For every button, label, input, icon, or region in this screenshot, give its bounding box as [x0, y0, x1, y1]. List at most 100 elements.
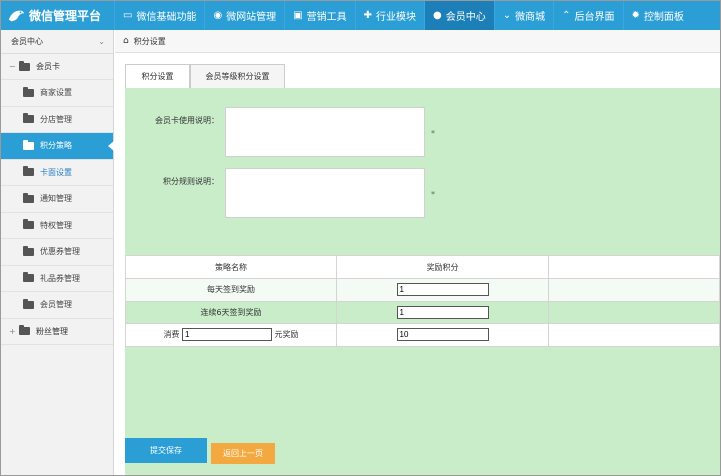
nav-label: 行业模块: [376, 12, 417, 23]
points-cell: [336, 300, 549, 324]
nav-item-wechat-basic[interactable]: ▭ 微信基础功能: [114, 1, 204, 30]
sidebar-header[interactable]: 会员中心 ⌄: [1, 30, 113, 54]
chevron-down-icon: ⌄: [502, 10, 512, 21]
sidebar-item-branch-management[interactable]: 分店管理: [1, 107, 113, 133]
tab-points-settings[interactable]: 积分设置: [125, 64, 190, 88]
spend-amount-input[interactable]: [182, 328, 272, 342]
tab-level-points-settings[interactable]: 会员等级积分设置: [190, 64, 285, 88]
app-logo[interactable]: 微信管理平台: [1, 1, 114, 30]
card-usage-textarea[interactable]: [225, 107, 425, 157]
folder-icon: [23, 113, 34, 124]
sidebar-item-privileges[interactable]: 特权管理: [1, 213, 113, 239]
sidebar-header-label: 会员中心: [11, 37, 43, 46]
card-usage-label: 会员卡使用说明：: [155, 116, 219, 125]
required-marker: *: [431, 190, 435, 199]
nav-item-industry[interactable]: ✚ 行业模块: [354, 1, 424, 30]
top-nav: ▭ 微信基础功能 ◉ 微网站管理 ▣ 营销工具 ✚ 行业模块 ● 会员中心 ⌄ …: [114, 1, 692, 30]
folder-icon: [23, 139, 34, 150]
tab-bar: 积分设置 会员等级积分设置: [125, 63, 720, 88]
nav-label: 微网站管理: [226, 12, 277, 23]
points-input-spend[interactable]: [396, 328, 489, 342]
folder-icon: [19, 60, 30, 71]
nav-item-backend[interactable]: ⌃ 后台界面: [553, 1, 622, 30]
folder-icon: [23, 272, 34, 283]
strategy-name-cell: 每天签到奖励: [125, 278, 337, 302]
nav-item-control-panel[interactable]: ✹ 控制面板: [622, 1, 692, 30]
main-content: ⌂ 积分设置 积分设置 会员等级积分设置 会员卡使用说明： * 积分规则说明： …: [115, 30, 720, 475]
points-input-daily[interactable]: [396, 283, 489, 297]
table-row: 每天签到奖励: [125, 278, 720, 302]
folder-icon: [23, 192, 34, 203]
save-button[interactable]: 提交保存: [125, 438, 207, 463]
table-row: 连续6天签到奖励: [125, 300, 720, 324]
points-cell: [336, 278, 549, 302]
collapse-icon: −: [9, 62, 16, 71]
sidebar-group-label: 粉丝管理: [36, 326, 68, 336]
settings-panel: 积分设置 会员等级积分设置 会员卡使用说明： * 积分规则说明： * 策略名称 …: [125, 63, 720, 433]
nav-item-mall[interactable]: ⌄ 微商城: [493, 1, 553, 30]
required-marker: *: [431, 129, 435, 138]
chevron-down-icon: ⌄: [98, 37, 105, 46]
gear-icon: ✹: [631, 10, 640, 21]
spend-suffix: 元奖励: [274, 330, 299, 340]
app-title: 微信管理平台: [29, 9, 102, 23]
nav-label: 后台界面: [574, 12, 615, 23]
strategy-name-cell: 连续6天签到奖励: [125, 300, 337, 324]
sidebar-item-label: 分店管理: [40, 114, 72, 124]
home-icon[interactable]: ⌂: [123, 36, 129, 46]
nav-item-member-center[interactable]: ● 会员中心: [424, 1, 494, 30]
sidebar-item-label: 通知管理: [40, 194, 72, 204]
breadcrumb-label: 积分设置: [133, 36, 166, 46]
nav-item-marketing[interactable]: ▣ 营销工具: [284, 1, 354, 30]
nav-label: 会员中心: [445, 12, 486, 23]
nav-label: 控制面板: [643, 12, 684, 23]
table-header-row: 策略名称 奖励积分: [125, 255, 720, 279]
sidebar-item-label: 商家设置: [40, 88, 72, 98]
folder-icon: [23, 219, 34, 230]
monitor-icon: ▭: [123, 10, 133, 21]
sidebar-item-card-design[interactable]: 卡面设置: [1, 160, 113, 186]
sidebar-group-member-card[interactable]: − 会员卡: [1, 54, 113, 80]
globe-icon: ◉: [213, 10, 223, 21]
folder-icon: [23, 86, 34, 97]
sidebar-item-label: 礼品券管理: [40, 273, 80, 283]
sidebar-item-notification[interactable]: 通知管理: [1, 186, 113, 213]
spend-prefix: 消费: [163, 330, 180, 340]
nav-label: 营销工具: [306, 12, 347, 23]
sidebar-item-label: 优惠券管理: [40, 247, 80, 257]
empty-cell: [548, 300, 720, 324]
sidebar-item-gift-vouchers[interactable]: 礼品券管理: [1, 266, 113, 292]
puzzle-icon: ✚: [363, 10, 373, 21]
sidebar-group-label: 会员卡: [36, 62, 60, 71]
empty-cell: [548, 278, 720, 302]
breadcrumb: ⌂ 积分设置: [115, 30, 720, 53]
points-cell: [336, 323, 549, 347]
expand-icon: +: [9, 326, 16, 336]
folder-icon: [23, 166, 34, 177]
column-header-points: 奖励积分: [336, 255, 549, 279]
sidebar-item-label: 积分策略: [40, 141, 72, 151]
strategy-table: 策略名称 奖励积分 每天签到奖励 连续6天签到奖励 消费: [125, 255, 720, 347]
points-rule-label: 积分规则说明：: [163, 177, 219, 186]
points-input-consecutive[interactable]: [396, 305, 489, 319]
sidebar-item-members[interactable]: 会员管理: [1, 292, 113, 319]
table-row: 消费 元奖励: [125, 323, 720, 347]
points-rule-row: 积分规则说明： *: [125, 168, 435, 218]
folder-icon: [23, 245, 34, 256]
empty-cell: [548, 323, 720, 347]
sidebar-item-points-strategy[interactable]: 积分策略: [1, 133, 114, 160]
nav-item-micro-site[interactable]: ◉ 微网站管理: [204, 1, 284, 30]
sidebar-item-label: 会员管理: [40, 300, 72, 310]
sidebar-item-merchant-settings[interactable]: 商家设置: [1, 80, 113, 107]
chevron-up-icon: ⌃: [562, 10, 571, 21]
nav-label: 微信基础功能: [136, 12, 197, 23]
bag-icon: ▣: [293, 10, 303, 21]
points-rule-textarea[interactable]: [225, 168, 425, 218]
column-header-empty: [548, 255, 720, 279]
sidebar-group-fans[interactable]: + 粉丝管理: [1, 319, 113, 345]
folder-icon: [19, 325, 30, 335]
sidebar-item-coupons[interactable]: 优惠券管理: [1, 239, 113, 266]
sidebar-item-label: 卡面设置: [40, 167, 72, 177]
strategy-name-cell: 消费 元奖励: [125, 323, 337, 347]
back-button[interactable]: 返回上一页: [211, 443, 275, 464]
